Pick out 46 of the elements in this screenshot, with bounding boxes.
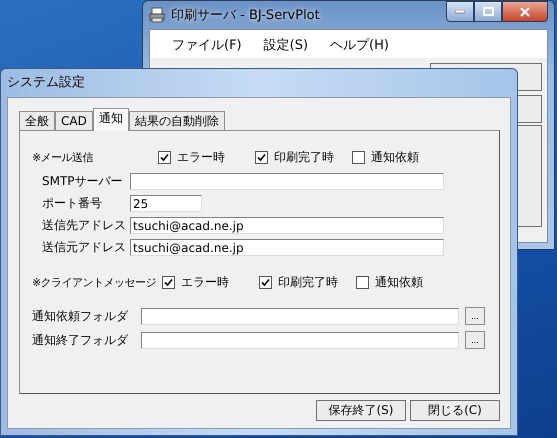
menu-item[interactable]: ヘルプ(H)	[330, 36, 389, 58]
maximize-button[interactable]	[474, 1, 502, 22]
section-heading: ※メール送信	[32, 150, 94, 164]
tab[interactable]: 結果の自動削除	[128, 111, 225, 130]
checkbox[interactable]	[352, 150, 365, 164]
field-label: 通知依頼フォルダ	[32, 308, 130, 324]
printer-icon	[149, 7, 165, 23]
browse-button[interactable]: ...	[465, 307, 485, 325]
section-heading: ※クライアントメッセージ	[32, 274, 156, 290]
input-field[interactable]	[141, 308, 459, 324]
input-field[interactable]: tsuchi@acad.ne.jp	[130, 239, 444, 256]
checkbox[interactable]	[162, 276, 176, 288]
close-icon	[520, 6, 530, 16]
checkbox-label: エラー時	[181, 274, 230, 290]
field-label: ポート番号	[42, 195, 103, 212]
tab[interactable]: 全般	[19, 111, 55, 130]
checkbox[interactable]	[356, 276, 370, 288]
checkbox-label: 印刷完了時	[278, 274, 338, 290]
minimize-icon	[455, 10, 465, 14]
dialog-button[interactable]: 閉じる(C)	[410, 400, 500, 421]
input-field[interactable]	[141, 332, 459, 348]
checkbox[interactable]	[158, 150, 171, 164]
checkbox[interactable]	[255, 150, 268, 164]
close-button[interactable]	[502, 1, 548, 22]
field-label: 通知終了フォルダ	[32, 332, 130, 348]
checkbox[interactable]	[259, 276, 272, 288]
maximize-icon	[482, 7, 494, 16]
dialog-title: システム設定	[7, 74, 85, 92]
input-field[interactable]: 25	[130, 195, 202, 212]
checkbox-label: 印刷完了時	[274, 148, 334, 166]
field-label: 送信先アドレス	[42, 217, 127, 234]
menu-item[interactable]: ファイル(F)	[172, 36, 242, 58]
input-field[interactable]: tsuchi@acad.ne.jp	[130, 217, 444, 234]
input-field[interactable]	[130, 173, 444, 190]
checkbox-label: 通知依頼	[375, 274, 424, 290]
field-label: SMTPサーバー	[42, 173, 124, 190]
browse-button[interactable]: ...	[465, 331, 485, 349]
tab[interactable]: 通知	[92, 108, 129, 131]
window-title: 印刷サーバ - BJ-ServPlot	[171, 7, 320, 24]
checkbox-label: エラー時	[177, 148, 225, 166]
dialog-button[interactable]: 保存終了(S)	[316, 400, 406, 421]
minimize-button[interactable]	[446, 1, 474, 22]
tab[interactable]: CAD	[55, 111, 93, 130]
field-label: 送信元アドレス	[42, 239, 127, 256]
checkbox-label: 通知依頼	[371, 148, 419, 166]
menu-item[interactable]: 設定(S)	[264, 36, 308, 58]
